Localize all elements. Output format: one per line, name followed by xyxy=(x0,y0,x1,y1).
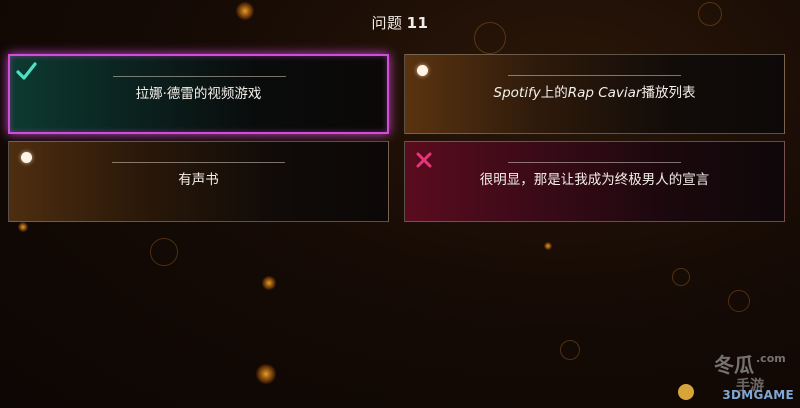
answer-divider xyxy=(508,162,681,163)
answer-label-playlist: Rap Caviar xyxy=(567,85,642,101)
bokeh-ring xyxy=(728,290,750,312)
cross-icon xyxy=(416,152,432,168)
bokeh-dot xyxy=(18,222,28,232)
svg-text:冬瓜: 冬瓜 xyxy=(714,353,754,377)
answer-divider xyxy=(112,162,285,163)
answer-option-correct[interactable]: 拉娜·德雷的视频游戏 xyxy=(8,54,389,134)
bokeh-dot xyxy=(262,276,276,290)
bokeh-ring xyxy=(560,340,580,360)
answer-label-brand: Spotify xyxy=(493,85,541,101)
bokeh-dot xyxy=(544,242,552,250)
answer-label: 有声书 xyxy=(178,172,219,188)
answer-divider xyxy=(113,76,286,77)
question-title-prefix: 问题 xyxy=(371,14,403,32)
bokeh-ring xyxy=(150,238,178,266)
question-number: 11 xyxy=(406,14,429,32)
answer-option[interactable]: Spotify上的Rap Caviar播放列表 xyxy=(404,54,785,134)
answer-label: Spotify上的Rap Caviar播放列表 xyxy=(405,81,784,101)
radio-dot-icon xyxy=(417,65,428,76)
answer-divider xyxy=(508,75,681,76)
answer-label: 很明显，那是让我成为终极男人的宣言 xyxy=(479,172,710,188)
answer-label: 拉娜·德雷的视频游戏 xyxy=(135,86,262,102)
checkmark-icon xyxy=(16,62,37,80)
answer-option-wrong[interactable]: 很明显，那是让我成为终极男人的宣言 xyxy=(404,141,785,222)
svg-text:.com: .com xyxy=(756,352,786,365)
bokeh-dot xyxy=(256,364,276,384)
bokeh-ring xyxy=(672,268,690,286)
radio-dot-icon xyxy=(21,152,32,163)
question-title: 问题 11 xyxy=(0,12,800,33)
answer-label-text: 上的 xyxy=(540,85,568,101)
watermark-text: 3DMGAME xyxy=(722,388,794,402)
answer-label-text: 播放列表 xyxy=(641,85,696,101)
answer-option[interactable]: 有声书 xyxy=(8,141,389,222)
